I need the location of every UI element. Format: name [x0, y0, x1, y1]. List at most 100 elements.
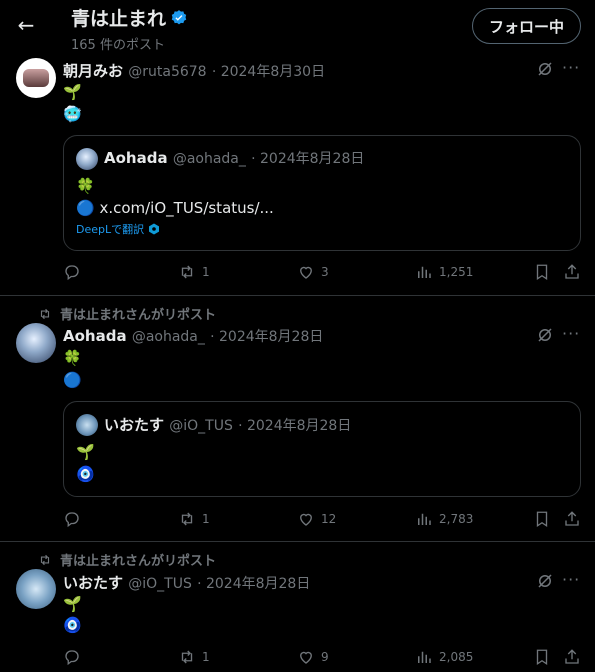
tweet-author[interactable]: 朝月みお @ruta5678 · 2024年8月30日	[63, 60, 325, 81]
repost-indicator: 青は止まれさんがリポスト	[38, 550, 216, 569]
profile-name: 青は止まれ	[71, 8, 167, 30]
view-count: 1,251	[439, 265, 474, 279]
quoted-text-line: 🌱	[76, 443, 95, 461]
profile-header: ← 青は止まれ 165 件のポスト フォロー中	[0, 0, 595, 54]
reply-button[interactable]	[63, 262, 87, 282]
avatar[interactable]	[16, 323, 56, 363]
tweet-text-line: 🧿	[63, 616, 82, 634]
author-handle: @iO_TUS	[128, 576, 192, 592]
quoted-link[interactable]: 🔵 x.com/iO_TUS/status/...	[76, 198, 274, 218]
repost-icon	[40, 554, 50, 565]
repost-count: 1	[202, 265, 210, 279]
share-icon[interactable]	[563, 263, 581, 281]
reply-button[interactable]	[63, 647, 87, 667]
deepl-icon	[149, 223, 160, 235]
tweet-actions: 1 12 2,783	[63, 509, 581, 529]
like-button[interactable]: 9	[297, 647, 329, 667]
author-handle: @aohada_	[172, 151, 246, 167]
author-handle: @aohada_	[131, 329, 205, 345]
like-button[interactable]: 3	[297, 262, 329, 282]
heart-icon	[300, 266, 312, 279]
repost-icon	[181, 512, 193, 526]
heart-icon	[300, 651, 312, 664]
view-count: 2,085	[439, 650, 474, 664]
bookmark-icon[interactable]	[533, 510, 551, 528]
avatar	[76, 414, 98, 436]
author-name: Aohada	[104, 149, 168, 167]
avatar-image	[23, 69, 49, 87]
views-icon	[418, 513, 431, 525]
more-options-icon[interactable]: ···	[562, 571, 580, 589]
avatar[interactable]	[16, 58, 56, 98]
quoted-author: Aohada @aohada_ · 2024年8月28日	[104, 148, 364, 168]
quoted-tweet[interactable]: Aohada @aohada_ · 2024年8月28日 🍀 🔵 x.com/i…	[63, 135, 581, 251]
views-button[interactable]: 2,783	[415, 509, 473, 529]
author-name: いおたす	[104, 416, 165, 434]
grok-icon[interactable]	[536, 326, 554, 344]
tweet-text-line: 🍀	[63, 349, 82, 367]
tweet-text-line: 🔵	[63, 371, 82, 389]
grok-icon[interactable]	[536, 572, 554, 590]
like-count: 3	[321, 265, 329, 279]
repost-label: 青は止まれさんがリポスト	[60, 308, 217, 323]
post-count: 165 件のポスト	[71, 38, 165, 53]
views-button[interactable]: 2,085	[415, 647, 473, 667]
quoted-text-line: 🍀	[76, 177, 95, 195]
repost-button[interactable]: 1	[178, 647, 210, 667]
following-button[interactable]: フォロー中	[472, 8, 581, 44]
translate-label: DeepLで翻訳	[76, 223, 145, 236]
more-options-icon[interactable]: ···	[562, 325, 580, 343]
tweet-date: · 2024年8月28日	[197, 576, 311, 592]
tweet-date: · 2024年8月30日	[211, 64, 326, 80]
views-icon	[418, 651, 431, 663]
like-count: 9	[321, 650, 329, 664]
reply-button[interactable]	[63, 509, 87, 529]
repost-button[interactable]: 1	[178, 262, 210, 282]
translate-link[interactable]: DeepLで翻訳	[76, 221, 160, 237]
tweet[interactable]: 朝月みお @ruta5678 · 2024年8月30日 ··· 🌱 🥶 Aoha…	[0, 54, 595, 296]
share-icon[interactable]	[563, 510, 581, 528]
tweet-date: · 2024年8月28日	[210, 329, 324, 345]
verified-badge-icon	[171, 9, 187, 24]
view-count: 2,783	[439, 512, 474, 526]
avatar	[76, 148, 98, 170]
like-count: 12	[321, 512, 337, 526]
author-handle: @ruta5678	[128, 64, 207, 80]
share-icon[interactable]	[563, 648, 581, 666]
reply-icon	[65, 512, 79, 528]
bookmark-icon[interactable]	[533, 648, 551, 666]
tweet-author[interactable]: Aohada @aohada_ · 2024年8月28日	[63, 326, 323, 346]
tweet-text-line: 🌱	[63, 83, 82, 101]
repost-icon	[40, 308, 50, 319]
views-button[interactable]: 1,251	[415, 262, 473, 282]
repost-count: 1	[202, 650, 210, 664]
back-arrow-icon[interactable]: ←	[14, 13, 38, 37]
more-options-icon[interactable]: ···	[562, 59, 580, 77]
quoted-author: いおたす @iO_TUS · 2024年8月28日	[104, 414, 351, 435]
repost-label: 青は止まれさんがリポスト	[60, 554, 217, 569]
tweet-actions: 1 3 1,251	[63, 262, 581, 282]
repost-count: 1	[202, 512, 210, 526]
avatar[interactable]	[16, 569, 56, 609]
tweet[interactable]: 青は止まれさんがリポスト Aohada @aohada_ · 2024年8月28…	[0, 296, 595, 542]
repost-icon	[181, 265, 193, 279]
repost-button[interactable]: 1	[178, 509, 210, 529]
like-button[interactable]: 12	[297, 509, 336, 529]
author-handle: @iO_TUS	[169, 418, 233, 434]
tweet-actions: 1 9 2,085	[63, 647, 581, 667]
author-name: 朝月みお	[63, 62, 124, 80]
author-name: いおたす	[63, 574, 124, 592]
bookmark-icon[interactable]	[533, 263, 551, 281]
tweet-date: · 2024年8月28日	[251, 151, 365, 167]
repost-icon	[181, 650, 193, 664]
quoted-tweet[interactable]: いおたす @iO_TUS · 2024年8月28日 🌱 🧿	[63, 401, 581, 497]
profile-title: 青は止まれ	[71, 4, 188, 31]
tweet[interactable]: 青は止まれさんがリポスト いおたす @iO_TUS · 2024年8月28日 ·…	[0, 542, 595, 672]
tweet-author[interactable]: いおたす @iO_TUS · 2024年8月28日	[63, 572, 310, 593]
tweet-date: · 2024年8月28日	[238, 418, 352, 434]
author-name: Aohada	[63, 327, 127, 345]
grok-icon[interactable]	[536, 60, 554, 78]
reply-icon	[65, 265, 79, 281]
reply-icon	[65, 650, 79, 666]
repost-indicator: 青は止まれさんがリポスト	[38, 304, 216, 323]
